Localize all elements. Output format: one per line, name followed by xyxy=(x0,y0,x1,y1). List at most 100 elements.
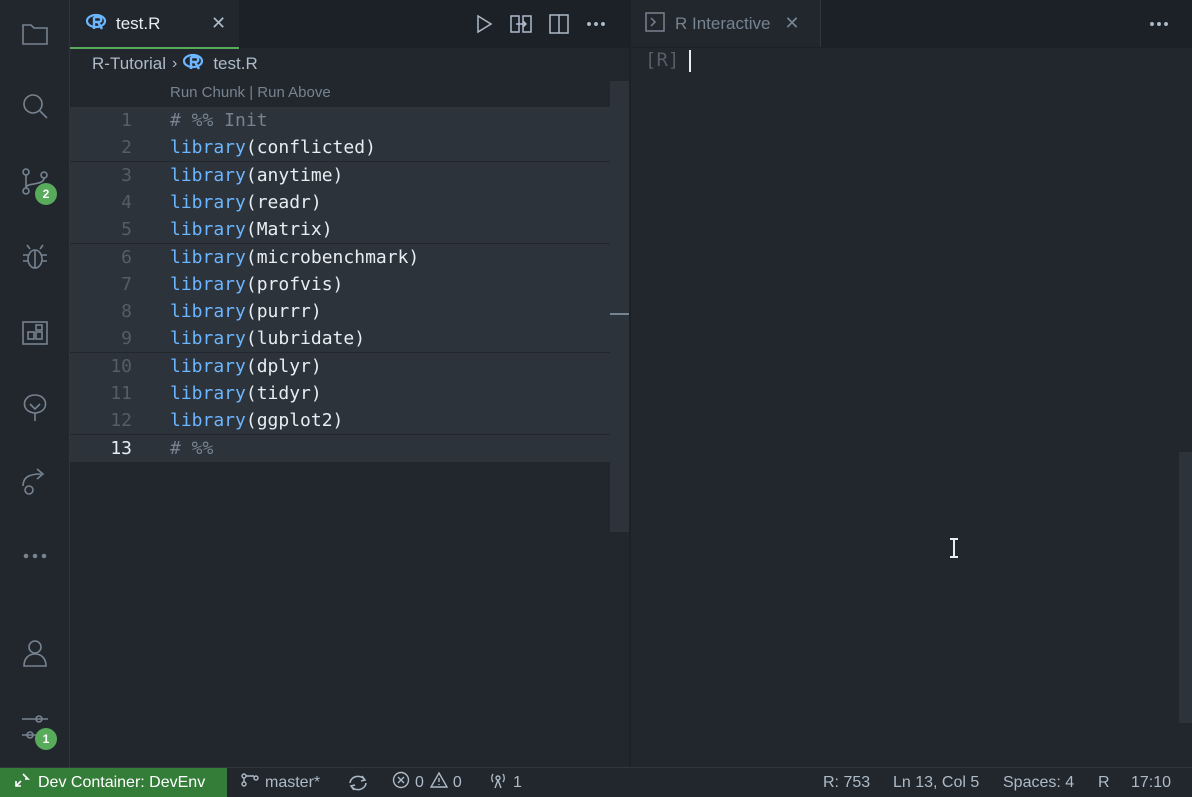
remote-explorer-icon[interactable] xyxy=(0,458,69,506)
indentation-status[interactable]: Spaces: 4 xyxy=(1003,768,1074,797)
line-text: library(microbenchmark) xyxy=(170,244,419,271)
keyword-token: library xyxy=(170,219,246,240)
keyword-token: library xyxy=(170,356,246,377)
warning-count: 0 xyxy=(452,773,462,791)
code-line[interactable]: 6 library(microbenchmark) xyxy=(70,244,610,271)
line-number: 13 xyxy=(110,438,132,459)
tab-r-interactive[interactable]: R Interactive ✕ xyxy=(631,0,821,47)
code-line[interactable]: 11 library(tidyr) xyxy=(70,380,610,407)
language-mode[interactable]: R xyxy=(1098,768,1110,797)
line-number: 9 xyxy=(121,328,132,349)
debug-icon[interactable] xyxy=(0,233,69,281)
keyword-token: library xyxy=(170,192,246,213)
code-line[interactable]: 12 library(ggplot2) xyxy=(70,407,610,434)
close-icon[interactable]: ✕ xyxy=(784,13,799,34)
argument-token: (profvis) xyxy=(245,274,344,295)
argument-token: (Matrix) xyxy=(245,219,333,240)
line-text: library(profvis) xyxy=(170,271,343,298)
line-text: library(ggplot2) xyxy=(170,407,343,434)
argument-token: (dplyr) xyxy=(245,356,322,377)
account-icon[interactable] xyxy=(0,628,69,676)
editor-scrollbar[interactable] xyxy=(610,81,629,532)
split-editor-icon[interactable] xyxy=(547,12,571,36)
line-text: library(dplyr) xyxy=(170,353,322,380)
r-logo-icon xyxy=(85,13,108,35)
more-icon[interactable] xyxy=(0,532,69,580)
argument-token: (lubridate) xyxy=(245,328,366,349)
line-number: 2 xyxy=(121,137,132,158)
code-line[interactable]: 13 # %% xyxy=(70,435,610,462)
tree-icon[interactable] xyxy=(0,383,69,431)
keyword-token: library xyxy=(170,328,246,349)
branch-label: master* xyxy=(265,773,321,791)
compare-icon[interactable] xyxy=(509,12,533,36)
r-session-status[interactable]: R: 753 xyxy=(823,768,870,797)
more-actions-icon[interactable] xyxy=(584,12,608,36)
ports-count: 1 xyxy=(513,773,522,791)
breadcrumb-file[interactable]: test.R xyxy=(213,54,257,74)
remote-icon xyxy=(14,772,30,793)
code-line[interactable]: 4 library(readr) xyxy=(70,189,610,216)
line-text: library(Matrix) xyxy=(170,216,333,243)
branch-status[interactable]: master* xyxy=(241,768,320,797)
line-number: 3 xyxy=(121,165,132,186)
cursor-position[interactable]: Ln 13, Col 5 xyxy=(893,768,979,797)
r-logo-icon xyxy=(183,53,205,76)
close-icon[interactable]: ✕ xyxy=(211,13,226,34)
terminal-icon xyxy=(645,11,665,36)
files-icon[interactable] xyxy=(0,9,69,57)
error-count: 0 xyxy=(415,773,424,791)
chevron-right-icon: › xyxy=(172,55,178,72)
source-control-icon[interactable] xyxy=(0,157,69,205)
keyword-token: library xyxy=(170,301,246,322)
sync-icon[interactable] xyxy=(347,768,369,797)
comment-token: # %% Init xyxy=(170,110,268,131)
code-line[interactable]: 10 library(dplyr) xyxy=(70,353,610,380)
console-input[interactable]: [R] xyxy=(645,49,692,72)
panel-scrollbar[interactable] xyxy=(1179,452,1192,723)
keyword-token: library xyxy=(170,165,246,186)
line-number: 12 xyxy=(110,410,132,431)
code-line[interactable]: 1 # %% Init xyxy=(70,107,610,134)
extensions-icon[interactable] xyxy=(0,308,69,356)
line-number: 4 xyxy=(121,192,132,213)
argument-token: (tidyr) xyxy=(245,383,322,404)
code-line[interactable]: 5 library(Matrix) xyxy=(70,216,610,243)
breadcrumb-folder[interactable]: R-Tutorial xyxy=(92,54,166,74)
line-number: 7 xyxy=(121,274,132,295)
source-control-badge: 2 xyxy=(35,183,57,205)
r-interactive-panel: R Interactive ✕ [R] xyxy=(631,0,1192,767)
argument-token: (purrr) xyxy=(245,301,322,322)
line-number: 6 xyxy=(121,247,132,268)
more-actions-icon[interactable] xyxy=(1147,12,1171,36)
code-line[interactable]: 9 library(lubridate) xyxy=(70,325,610,352)
ports-status[interactable]: 1 xyxy=(488,768,522,797)
code-line[interactable]: 7 library(profvis) xyxy=(70,271,610,298)
remote-indicator[interactable]: Dev Container: DevEnv xyxy=(0,768,227,797)
line-text: library(conflicted) xyxy=(170,134,376,161)
codelens-run-chunk[interactable]: Run Chunk | Run Above xyxy=(170,84,331,101)
run-icon[interactable] xyxy=(472,12,496,36)
breadcrumb: R-Tutorial › test.R xyxy=(92,52,258,76)
console-prompt: [R] xyxy=(645,49,680,71)
settings-icon[interactable] xyxy=(0,703,69,751)
line-text: # %% Init xyxy=(170,107,268,134)
line-text: library(readr) xyxy=(170,189,322,216)
code-line[interactable]: 2 library(conflicted) xyxy=(70,134,610,161)
line-number: 5 xyxy=(121,219,132,240)
tab-test-r[interactable]: test.R ✕ xyxy=(70,0,239,49)
argument-token: (conflicted) xyxy=(245,137,376,158)
tab-label: test.R xyxy=(116,13,161,33)
activity-bar: 2 1 xyxy=(0,0,70,767)
error-icon xyxy=(392,771,410,794)
problems-status[interactable]: 0 0 xyxy=(392,768,462,797)
code-line[interactable]: 3 library(anytime) xyxy=(70,162,610,189)
argument-token: (microbenchmark) xyxy=(245,247,420,268)
code-line[interactable]: 8 library(purrr) xyxy=(70,298,610,325)
clock: 17:10 xyxy=(1131,773,1172,791)
search-icon[interactable] xyxy=(0,82,69,130)
keyword-token: library xyxy=(170,137,246,158)
line-text: library(anytime) xyxy=(170,162,343,189)
settings-badge: 1 xyxy=(35,728,57,750)
remote-label: Dev Container: DevEnv xyxy=(38,773,206,791)
